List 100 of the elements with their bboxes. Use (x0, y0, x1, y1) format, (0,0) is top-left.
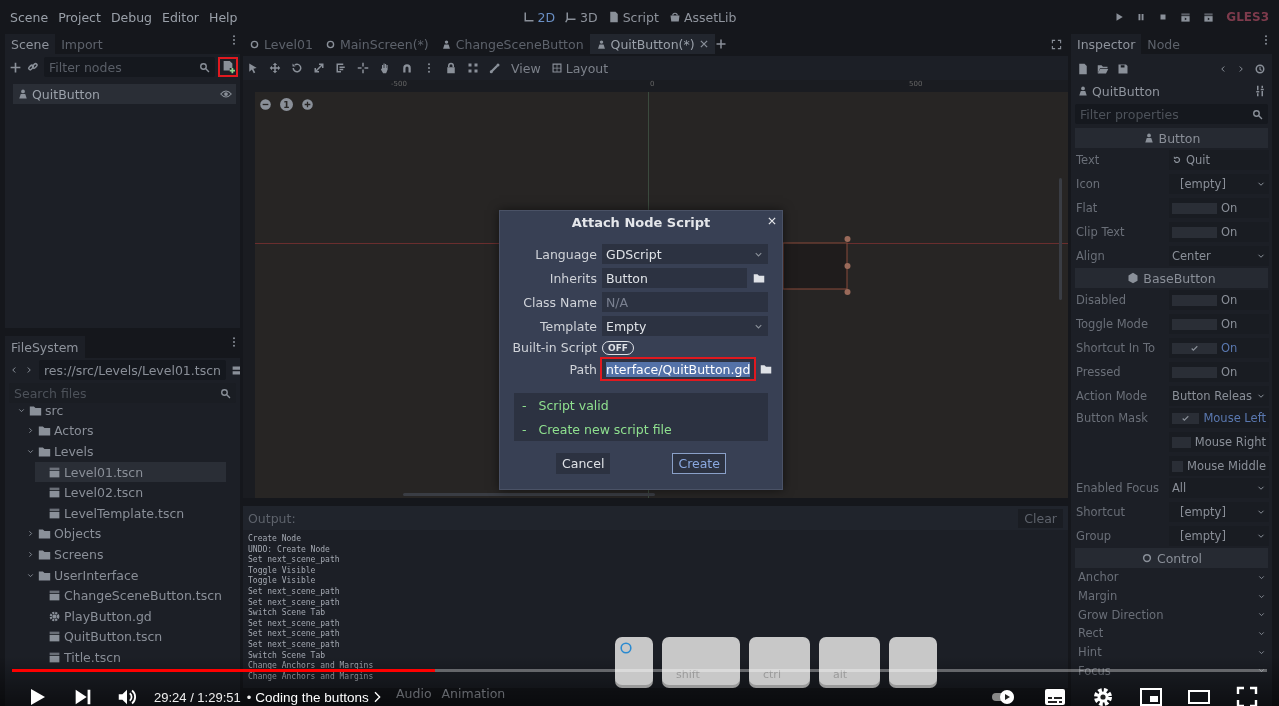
file-tree-item[interactable]: Actors (26, 420, 240, 442)
workspace-tab[interactable]: 2D (522, 9, 556, 25)
dropdown[interactable]: Button Releas (1169, 386, 1269, 406)
folder-icon[interactable] (38, 568, 51, 582)
layout-menu[interactable]: Layout (550, 60, 609, 76)
filter-field[interactable]: Filter nodes (44, 57, 215, 77)
file-tree-item[interactable]: LevelTemplate.tscn (35, 502, 240, 524)
dialog-button[interactable]: Cancel (556, 453, 611, 474)
add-tab-icon[interactable] (714, 38, 727, 50)
folder-icon[interactable] (1097, 63, 1109, 75)
property-group[interactable]: Hint (1078, 642, 1266, 662)
input-field[interactable]: N/A (602, 292, 768, 312)
bottom-panel-tab[interactable]: Audio (396, 686, 432, 701)
history-icon[interactable] (1254, 63, 1266, 75)
file-tree-item[interactable]: Screens (26, 544, 240, 565)
document-tab[interactable]: ChangeSceneButton (434, 34, 590, 54)
file-tree-item[interactable]: PlayButton.gd (35, 605, 240, 627)
dock-tab[interactable]: Inspector (1071, 34, 1142, 54)
clapperboard-icon[interactable] (48, 650, 61, 664)
document-tab[interactable]: MainScreen(*) (318, 34, 435, 54)
clapperboard-icon[interactable] (48, 630, 61, 644)
eye-icon[interactable] (220, 88, 232, 100)
document-tab[interactable]: Level01 (243, 34, 319, 54)
hand-icon[interactable] (379, 62, 391, 74)
lock-icon[interactable] (445, 62, 457, 74)
checkbox[interactable]: Mouse Right (1169, 432, 1269, 452)
property-group[interactable]: Focus (1078, 661, 1266, 681)
clapperboard-icon[interactable] (48, 465, 61, 479)
menu-item[interactable]: Help (209, 9, 238, 25)
path-field[interactable]: res://src/Levels/Level01.tscn (39, 360, 226, 380)
folder-icon[interactable] (753, 272, 765, 284)
clear-button[interactable]: Clear (1018, 508, 1063, 528)
folder-icon[interactable] (38, 424, 51, 438)
file-tree-item[interactable]: src (17, 400, 240, 421)
dock-tab[interactable]: Node (1141, 34, 1186, 54)
magnet-icon[interactable] (401, 62, 413, 74)
resize-handle[interactable] (844, 236, 851, 242)
split-view-icon[interactable] (230, 363, 240, 377)
property-group[interactable]: Margin (1078, 586, 1266, 606)
pivot-icon[interactable] (357, 62, 369, 74)
save-icon[interactable] (1117, 63, 1129, 75)
dropdown[interactable]: Center (1169, 246, 1269, 266)
play-scene-icon[interactable] (1180, 11, 1192, 23)
file-tree-item[interactable]: Objects (26, 523, 240, 545)
chevron-down-icon[interactable] (26, 447, 35, 456)
dock-tab[interactable]: Scene (5, 34, 56, 54)
new-resource-icon[interactable] (1077, 63, 1089, 75)
checkbox[interactable]: On (1169, 362, 1269, 382)
menu-item[interactable]: Project (58, 9, 101, 25)
zoom-reset-button[interactable]: 1 (280, 98, 293, 111)
clapperboard-icon[interactable] (48, 486, 61, 500)
input-field[interactable]: nterface/QuitButton.gd (602, 359, 755, 379)
resize-handle[interactable] (844, 289, 851, 295)
scene-tree-item[interactable]: QuitButton (13, 84, 236, 104)
zoom-out-icon[interactable] (259, 98, 272, 111)
folder-icon[interactable] (760, 363, 773, 375)
add-icon[interactable] (9, 60, 22, 74)
folder-icon[interactable] (38, 445, 51, 458)
link-icon[interactable] (27, 61, 39, 73)
property-group[interactable]: Anchor (1078, 568, 1266, 587)
fullscreen-icon[interactable] (1051, 38, 1062, 50)
pause-icon[interactable] (1136, 12, 1147, 22)
resize-handle[interactable] (844, 263, 851, 269)
section-header[interactable]: BaseButton (1075, 268, 1268, 288)
view-menu[interactable]: View (511, 60, 541, 76)
tools-icon[interactable] (1254, 85, 1266, 97)
section-header[interactable]: Control (1075, 548, 1268, 568)
dropdown[interactable]: [empty] (1169, 526, 1269, 546)
file-tree-item[interactable]: Title.tscn (35, 647, 240, 668)
revert-icon[interactable] (1172, 155, 1182, 165)
dock-tab[interactable]: Import (55, 34, 109, 54)
file-tree-item[interactable]: Level01.tscn (35, 461, 226, 483)
dialog-button[interactable]: Create (672, 453, 726, 474)
settings-icon[interactable] (1091, 685, 1115, 706)
workspace-tab[interactable]: 3D (565, 9, 598, 25)
folder-icon[interactable] (38, 547, 51, 561)
play-custom-scene-icon[interactable] (1203, 11, 1215, 23)
checkbox[interactable]: On (1169, 314, 1269, 334)
clapperboard-icon[interactable] (48, 506, 61, 520)
checkbox[interactable]: Mouse Middle (1169, 456, 1269, 476)
rotate-icon[interactable] (291, 62, 303, 74)
miniplayer-icon[interactable] (1139, 685, 1163, 706)
group-icon[interactable] (467, 62, 479, 74)
horizontal-scrollbar[interactable] (403, 493, 655, 496)
dropdown[interactable]: GDScript (602, 244, 768, 264)
gear-icon[interactable] (48, 609, 61, 623)
attach-script-button[interactable] (220, 59, 236, 75)
property-group[interactable]: Rect (1078, 624, 1266, 643)
file-tree-item[interactable]: Level02.tscn (35, 482, 240, 503)
file-tree-item[interactable]: ChangeSceneButton.tscn (35, 585, 240, 606)
clapperboard-icon[interactable] (48, 589, 61, 603)
menu-item[interactable]: Editor (162, 9, 199, 25)
file-tree-item[interactable]: UserInterface (26, 564, 240, 586)
move-icon[interactable] (269, 62, 281, 74)
chapter-link[interactable]: Coding the buttons (255, 689, 369, 705)
property-group[interactable]: Grow Direction (1078, 605, 1266, 625)
dropdown[interactable]: [empty] (1169, 502, 1269, 522)
menu-item[interactable]: Debug (110, 9, 152, 25)
bottom-panel-tab[interactable]: Animation (441, 686, 506, 701)
play-icon[interactable] (1114, 12, 1125, 22)
